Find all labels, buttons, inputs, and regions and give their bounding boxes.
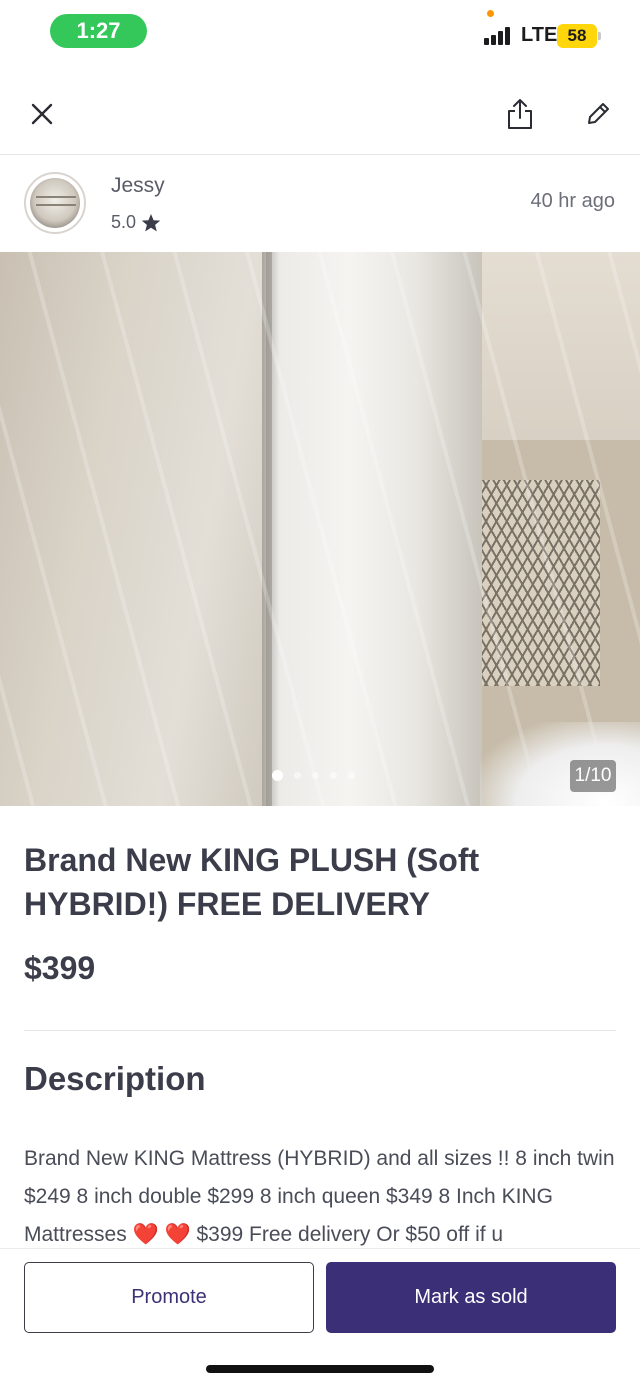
mark-as-sold-button[interactable]: Mark as sold [326, 1262, 616, 1333]
star-icon [141, 213, 161, 231]
seller-row: Jessy 5.0 40 hr ago [0, 160, 640, 250]
description-heading: Description [24, 1060, 206, 1097]
divider [24, 1030, 616, 1031]
seller-name[interactable]: Jessy [111, 174, 165, 198]
divider [0, 154, 640, 155]
listing-photo[interactable]: 1/10 [0, 252, 640, 806]
battery-icon: 58 [557, 24, 601, 48]
promote-button[interactable]: Promote [24, 1262, 314, 1333]
network-label: LTE [521, 24, 558, 46]
close-button[interactable] [18, 90, 66, 138]
top-toolbar [0, 80, 640, 146]
pagination-dot[interactable] [348, 772, 355, 779]
share-button[interactable] [496, 90, 544, 138]
pagination-dot[interactable] [272, 770, 283, 781]
pagination-dot[interactable] [294, 772, 301, 779]
status-time: 1:27 [50, 14, 147, 48]
description-text: Brand New KING Mattress (HYBRID) and all… [24, 1147, 615, 1246]
photo-counter: 1/10 [570, 760, 616, 792]
pagination-dot[interactable] [330, 772, 337, 779]
photo-pagination [272, 770, 355, 781]
seller-rating: 5.0 [111, 212, 161, 233]
action-bar: Promote Mark as sold [0, 1248, 640, 1384]
close-icon [31, 103, 53, 125]
posted-time: 40 hr ago [530, 190, 615, 212]
avatar[interactable] [24, 172, 86, 234]
mic-indicator-icon [487, 10, 494, 17]
edit-button[interactable] [574, 90, 622, 138]
listing-title: Brand New KING PLUSH (Soft HYBRID!) FREE… [24, 842, 480, 922]
signal-icon [484, 27, 516, 45]
home-indicator [206, 1365, 434, 1373]
status-bar: 1:27 LTE 58 [0, 0, 640, 62]
pencil-icon [588, 103, 609, 124]
listing-price: $399 [24, 950, 96, 986]
pagination-dot[interactable] [312, 772, 319, 779]
share-icon [508, 99, 532, 129]
rating-value: 5.0 [111, 212, 137, 232]
